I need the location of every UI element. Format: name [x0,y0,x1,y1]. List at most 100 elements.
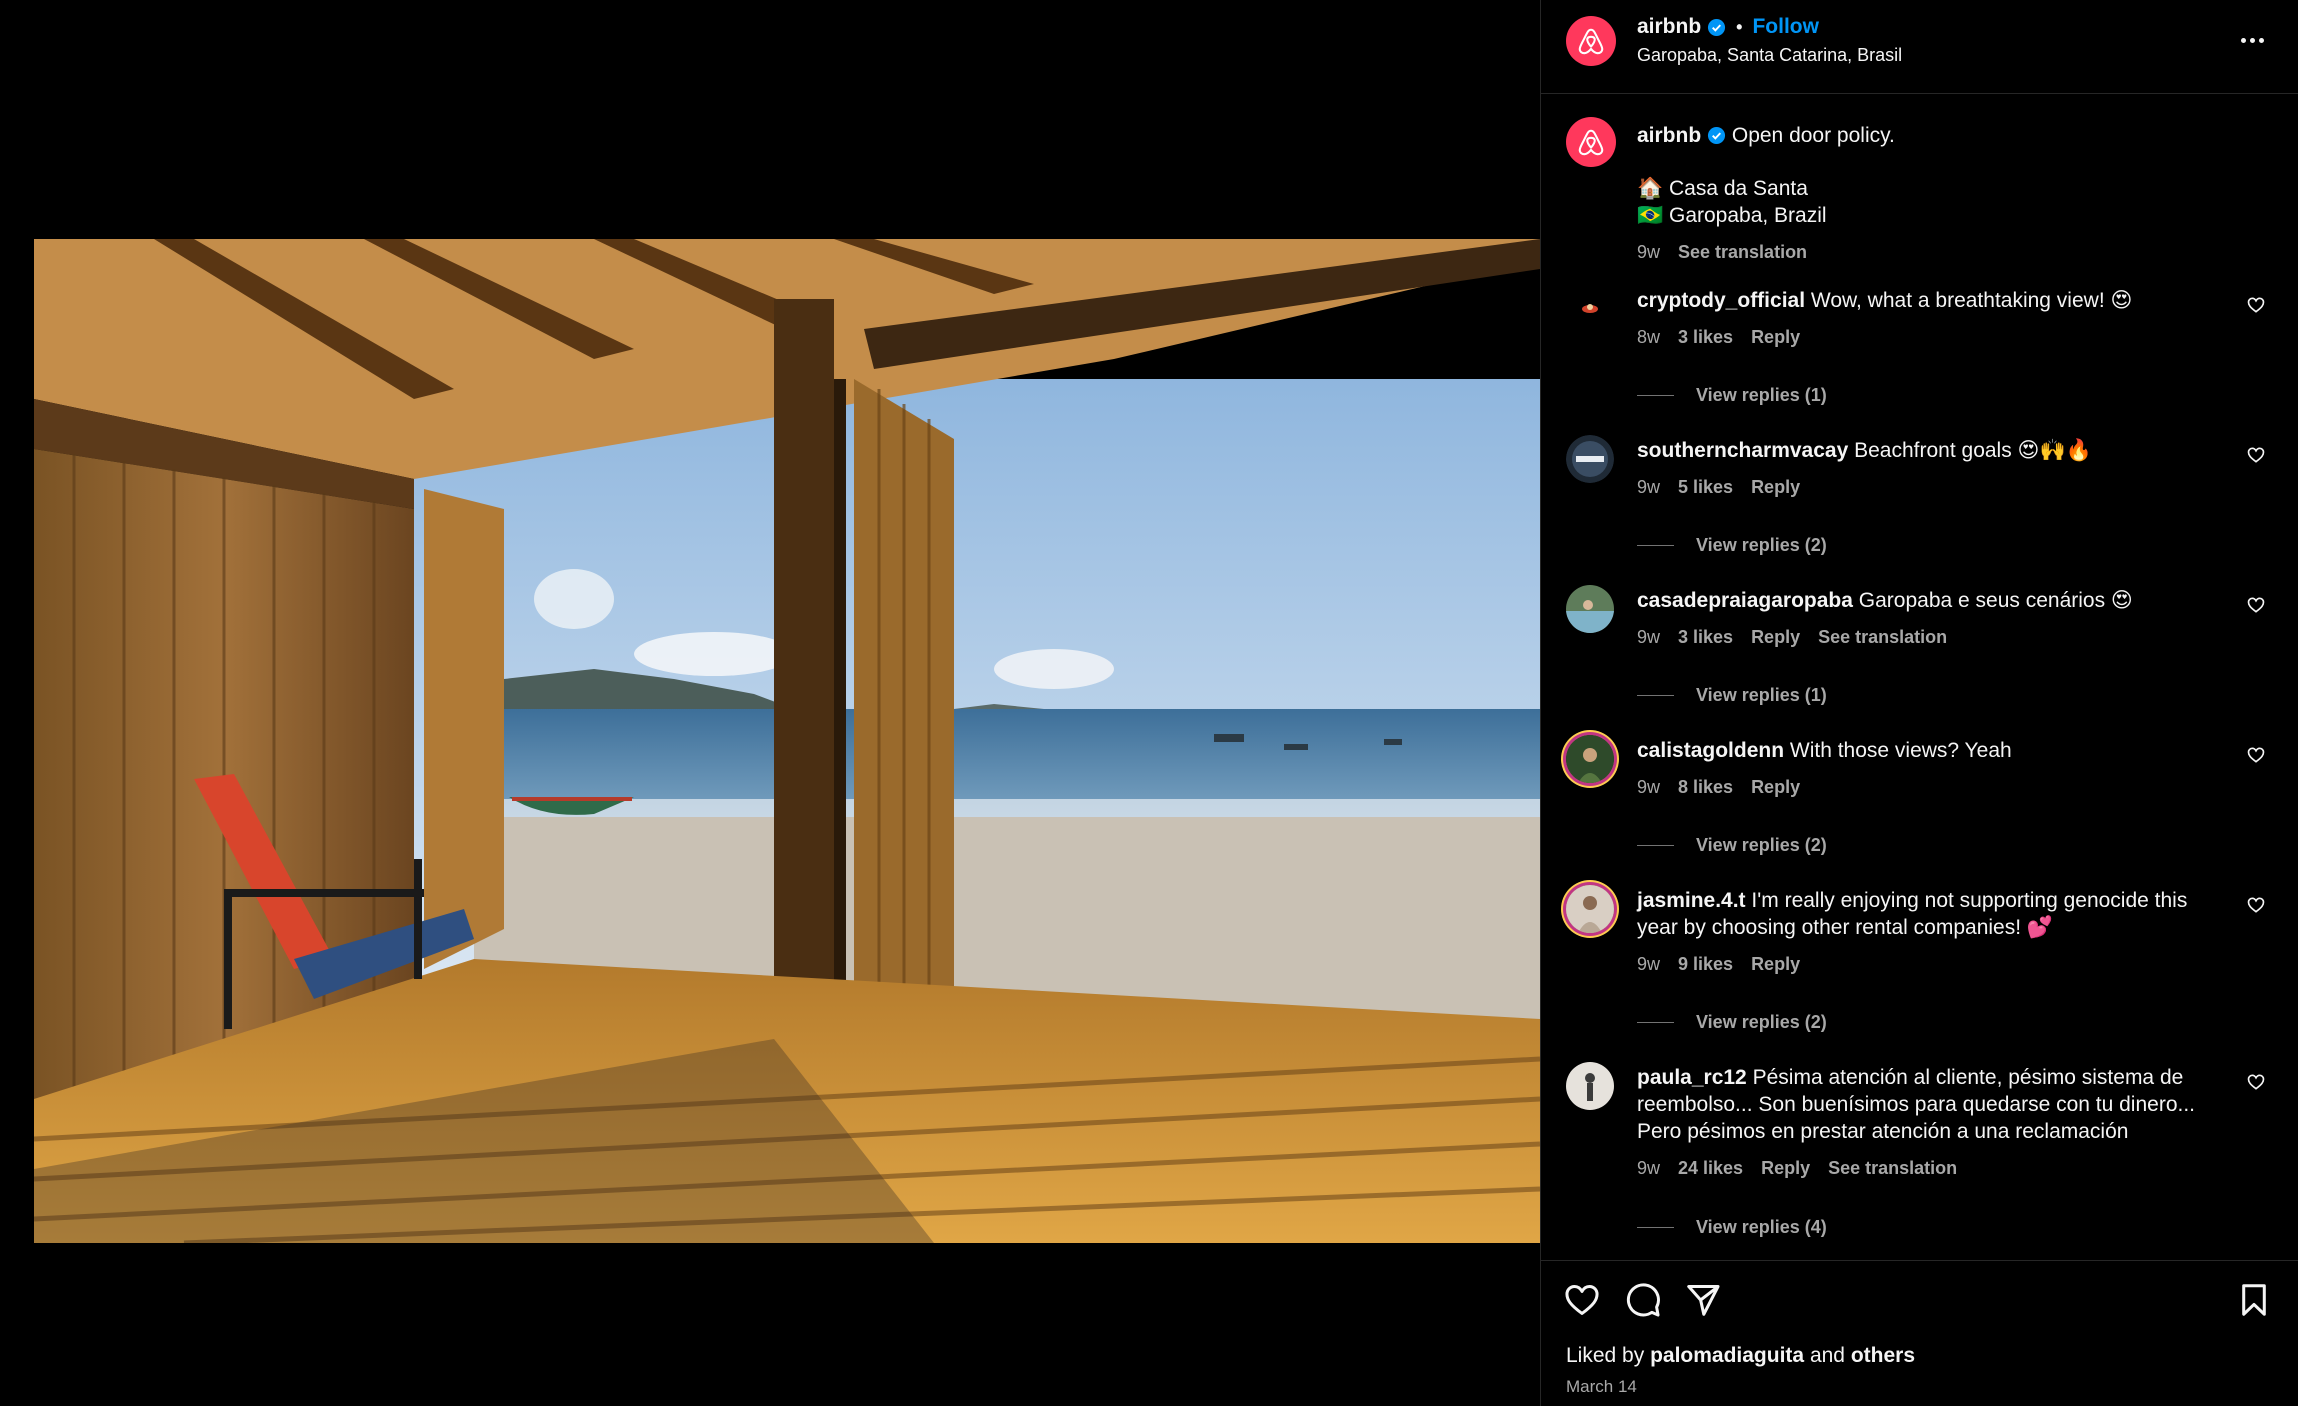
airbnb-avatar[interactable] [1566,16,1616,66]
comment-username[interactable]: casadepraiagaropaba [1637,589,1853,612]
see-translation-button[interactable]: See translation [1828,1155,1957,1182]
comment-body: southerncharmvacay Beachfront goals 😍🙌🔥 … [1637,437,2222,501]
comment-meta: 9w 5 likes Reply [1637,474,2222,501]
view-replies-button[interactable]: View replies (1) [1637,685,1827,706]
comment-likes[interactable]: 8 likes [1678,774,1733,801]
post-location[interactable]: Garopaba, Santa Catarina, Brasil [1637,45,1902,66]
see-translation-button[interactable]: See translation [1678,239,1807,266]
share-send-icon[interactable] [1684,1281,1722,1319]
comment-body: casadepraiagaropaba Garopaba e seus cená… [1637,587,2222,651]
commenter-avatar[interactable] [1566,435,1614,483]
commenter-avatar[interactable] [1566,585,1614,633]
verified-badge-icon [1708,18,1726,36]
comment-time[interactable]: 9w [1637,1155,1660,1182]
comment-time[interactable]: 8w [1637,324,1660,351]
comment-bubble-icon[interactable] [1624,1281,1662,1319]
author-username[interactable]: airbnb [1637,15,1701,39]
comment-likes[interactable]: 3 likes [1678,324,1733,351]
caption-time[interactable]: 9w [1637,239,1660,266]
comment-time[interactable]: 9w [1637,951,1660,978]
comment-likes[interactable]: 24 likes [1678,1155,1743,1182]
comment-likes[interactable]: 5 likes [1678,474,1733,501]
airbnb-logo-icon [1578,129,1604,156]
like-heart-icon[interactable] [1563,1281,1601,1319]
caption-username[interactable]: airbnb [1637,124,1701,147]
see-translation-button[interactable]: See translation [1818,624,1947,651]
comment-meta: 9w 3 likes Reply See translation [1637,624,2222,651]
comment-text: Wow, what a breathtaking view! 😍 [1810,289,2133,312]
reply-button[interactable]: Reply [1751,624,1800,651]
commenter-avatar[interactable] [1566,735,1614,783]
post-date[interactable]: March 14 [1566,1377,1637,1397]
comment-username[interactable]: paula_rc12 [1637,1066,1747,1089]
comment-text: With those views? Yeah [1789,739,2012,762]
comment-likes[interactable]: 3 likes [1678,624,1733,651]
view-replies-label: View replies (2) [1696,835,1827,855]
avatar-image-icon [1566,585,1614,633]
view-replies-label: View replies (4) [1696,1217,1827,1237]
reply-button[interactable]: Reply [1751,774,1800,801]
caption-text: Open door policy. [1731,124,1895,147]
comment-likes[interactable]: 9 likes [1678,951,1733,978]
liked-prefix: Liked by [1566,1344,1645,1367]
more-horizontal-icon [2240,37,2246,43]
heart-icon[interactable] [2246,895,2266,915]
view-replies-button[interactable]: View replies (1) [1637,385,1827,406]
caption-avatar[interactable] [1566,117,1616,167]
comment-time[interactable]: 9w [1637,474,1660,501]
liked-by-summary: Liked by palomadiaguita and others [1566,1344,1915,1368]
reply-button[interactable]: Reply [1751,474,1800,501]
reply-button[interactable]: Reply [1751,951,1800,978]
caption-body: airbnb Open door policy. 🏠 Casa da Santa… [1637,122,2257,266]
comment-meta: 8w 3 likes Reply [1637,324,2222,351]
view-replies-button[interactable]: View replies (2) [1637,835,1827,856]
comment-username[interactable]: jasmine.4.t [1637,889,1746,912]
view-replies-label: View replies (2) [1696,1012,1827,1032]
heart-icon[interactable] [2246,295,2266,315]
comment-username[interactable]: cryptody_official [1637,289,1805,312]
avatar-image-icon [1566,435,1614,483]
liked-others-link[interactable]: others [1851,1344,1915,1367]
separator-dot: • [1736,16,1743,37]
heart-icon[interactable] [2246,745,2266,765]
view-replies-label: View replies (1) [1696,685,1827,705]
reply-button[interactable]: Reply [1751,324,1800,351]
comment-body: jasmine.4.t I'm really enjoying not supp… [1637,887,2222,978]
comment-body: calistagoldenn With those views? Yeah 9w… [1637,737,2222,801]
view-replies-label: View replies (1) [1696,385,1827,405]
verified-badge-icon [1707,126,1726,145]
post-side-panel: airbnb • Follow Garopaba, Santa Catarina… [1540,0,2298,1406]
comment-username[interactable]: calistagoldenn [1637,739,1784,762]
avatar-image-icon [1566,285,1614,333]
beach-house-photo [34,239,1540,1243]
view-replies-label: View replies (2) [1696,535,1827,555]
comment-meta: 9w 24 likes Reply See translation [1637,1155,2222,1182]
comment-meta: 9w 9 likes Reply [1637,951,2222,978]
liked-user-link[interactable]: palomadiaguita [1650,1344,1804,1367]
commenter-avatar[interactable] [1566,885,1614,933]
liked-and: and [1809,1344,1845,1367]
follow-button[interactable]: Follow [1752,15,1819,39]
view-replies-button[interactable]: View replies (4) [1637,1217,1827,1238]
bookmark-save-icon[interactable] [2235,1281,2273,1319]
post-image[interactable] [34,239,1540,1243]
comment-text: Garopaba e seus cenários 😍 [1858,589,2133,612]
comment-time[interactable]: 9w [1637,774,1660,801]
commenter-avatar[interactable] [1566,1062,1614,1110]
heart-icon[interactable] [2246,445,2266,465]
post-author: airbnb • Follow [1637,15,1819,39]
heart-icon[interactable] [2246,1072,2266,1092]
heart-icon[interactable] [2246,595,2266,615]
avatar-image-icon [1566,735,1614,783]
comments-list[interactable]: airbnb Open door policy. 🏠 Casa da Santa… [1541,95,2298,1260]
avatar-image-icon [1566,885,1614,933]
more-options-button[interactable] [2235,28,2269,52]
comment-username[interactable]: southerncharmvacay [1637,439,1848,462]
comment-time[interactable]: 9w [1637,624,1660,651]
view-replies-button[interactable]: View replies (2) [1637,1012,1827,1033]
media-panel [0,0,1540,1406]
commenter-avatar[interactable] [1566,285,1614,333]
view-replies-button[interactable]: View replies (2) [1637,535,1827,556]
caption-line-1: 🏠 Casa da Santa [1637,177,1808,200]
reply-button[interactable]: Reply [1761,1155,1810,1182]
